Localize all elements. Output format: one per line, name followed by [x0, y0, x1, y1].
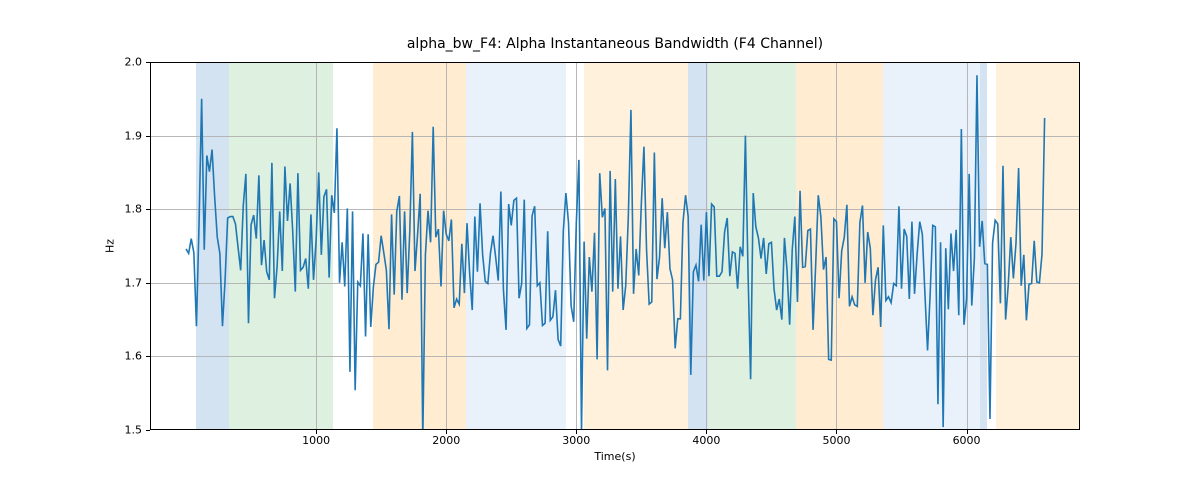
x-tick-mark [446, 430, 447, 434]
line-series [150, 62, 1080, 430]
x-tick-mark [967, 430, 968, 434]
axes [150, 62, 1080, 430]
y-tick-mark [146, 430, 150, 431]
x-tick-mark [706, 430, 707, 434]
series-line [186, 75, 1045, 430]
axis-spine-top [150, 62, 1080, 63]
y-tick-label: 1.9 [125, 129, 143, 142]
x-axis-label: Time(s) [150, 450, 1080, 463]
x-tick-label: 2000 [432, 434, 460, 447]
x-tick-label: 5000 [822, 434, 850, 447]
axis-spine-left [150, 62, 151, 430]
x-tick-label: 4000 [692, 434, 720, 447]
y-tick-label: 1.8 [125, 203, 143, 216]
x-tick-label: 1000 [302, 434, 330, 447]
y-tick-label: 1.6 [125, 350, 143, 363]
axis-spine-bottom [150, 429, 1080, 430]
figure: alpha_bw_F4: Alpha Instantaneous Bandwid… [0, 0, 1200, 500]
x-tick-mark [316, 430, 317, 434]
chart-title: alpha_bw_F4: Alpha Instantaneous Bandwid… [150, 36, 1080, 52]
x-tick-mark [836, 430, 837, 434]
y-tick-label: 1.5 [125, 424, 143, 437]
plot-area [150, 62, 1080, 430]
x-tick-label: 6000 [953, 434, 981, 447]
axis-spine-right [1079, 62, 1080, 430]
y-axis-label: Hz [104, 239, 117, 253]
y-tick-label: 2.0 [125, 56, 143, 69]
x-tick-label: 3000 [562, 434, 590, 447]
y-tick-label: 1.7 [125, 276, 143, 289]
x-tick-mark [576, 430, 577, 434]
